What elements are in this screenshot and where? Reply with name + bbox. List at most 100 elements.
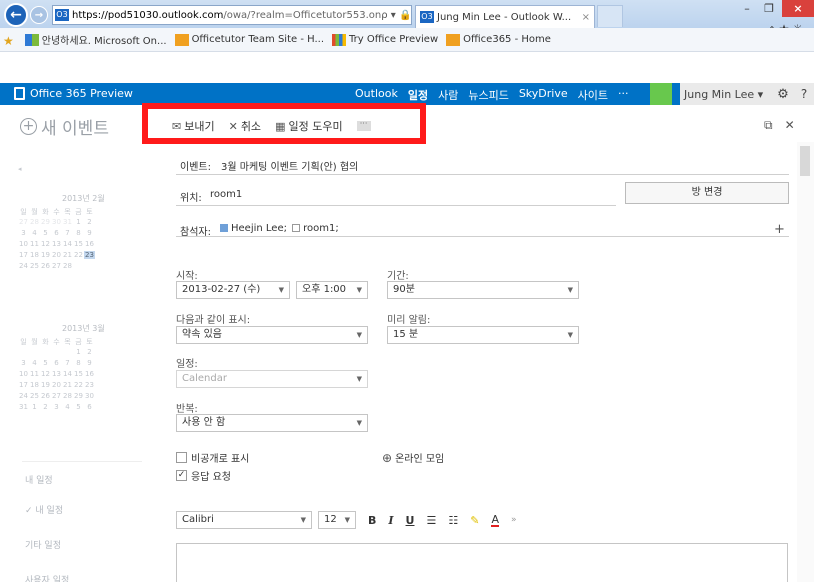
calendar-day[interactable]: 16 <box>84 370 95 378</box>
attendee-room[interactable]: room1; <box>303 223 339 234</box>
calendar-day[interactable]: 3 <box>18 359 29 367</box>
calendar-day[interactable]: 8 <box>73 359 84 367</box>
calendar-day[interactable]: 22 <box>73 381 84 389</box>
body-editor[interactable] <box>176 543 788 582</box>
event-title-input[interactable]: 3월 마케팅 이벤트 기획(안) 협의 <box>221 158 358 173</box>
calendar-day[interactable]: 23 <box>84 381 95 389</box>
calendar-day[interactable]: 26 <box>40 392 51 400</box>
calendar-day[interactable]: 20 <box>51 251 62 259</box>
people-calendars-heading[interactable]: 사용자 일정 <box>25 573 69 582</box>
new-event-button[interactable]: + 새 이벤트 <box>20 114 109 139</box>
more-format-icon[interactable]: » <box>511 515 517 525</box>
calendar-day[interactable]: 2 <box>40 403 51 411</box>
vertical-scrollbar[interactable] <box>797 142 814 582</box>
calendar-day[interactable]: 4 <box>29 359 40 367</box>
calendar-day[interactable]: 1 <box>73 218 84 226</box>
calendar-day[interactable]: 7 <box>62 359 73 367</box>
calendar-day[interactable]: 17 <box>18 251 29 259</box>
font-select[interactable]: Calibri ▼ <box>176 511 312 529</box>
nav-more[interactable]: ··· <box>618 87 629 103</box>
favorite-link-office365[interactable]: Office365 - Home <box>446 33 551 46</box>
calendar-day[interactable]: 14 <box>62 240 73 248</box>
calendar-day[interactable]: 21 <box>62 381 73 389</box>
nav-outlook[interactable]: Outlook <box>355 87 398 103</box>
start-date-select[interactable]: 2013-02-27 (수) ▼ <box>176 281 290 299</box>
other-calendars-heading[interactable]: 기타 일정 <box>25 538 61 551</box>
calendar-day[interactable]: 27 <box>51 392 62 400</box>
calendar-day[interactable]: 25 <box>29 262 40 270</box>
calendar-day[interactable]: 29 <box>73 392 84 400</box>
calendar-day[interactable]: 24 <box>18 392 29 400</box>
favorites-star-icon[interactable]: ★ <box>3 34 17 48</box>
reminder-select[interactable]: 15 분 ▼ <box>387 326 579 344</box>
calendar-day[interactable]: 18 <box>29 251 40 259</box>
show-as-select[interactable]: 약속 있음 ▼ <box>176 326 368 344</box>
calendar-day[interactable]: 26 <box>40 262 51 270</box>
attendees-input[interactable]: Heejin Lee; room1; <box>218 223 339 234</box>
favorite-link-try-office[interactable]: Try Office Preview <box>332 33 438 46</box>
calendar-day[interactable]: 31 <box>18 403 29 411</box>
calendar-day[interactable] <box>18 348 29 356</box>
calendar-day[interactable]: 28 <box>29 218 40 226</box>
request-response-checkbox[interactable]: ✓ 응답 요청 <box>176 468 231 483</box>
nav-people[interactable]: 사람 <box>438 87 458 103</box>
calendar-day[interactable]: 25 <box>29 392 40 400</box>
nav-calendar[interactable]: 일정 <box>408 87 428 103</box>
calendar-day[interactable]: 3 <box>18 229 29 237</box>
bullets-icon[interactable]: ☰ <box>426 514 436 527</box>
calendar-day[interactable]: 30 <box>84 392 95 400</box>
underline-button[interactable]: U <box>406 514 415 527</box>
calendar-day[interactable]: 2 <box>84 348 95 356</box>
calendar-day[interactable]: 27 <box>51 262 62 270</box>
calendar-day[interactable]: 8 <box>73 229 84 237</box>
close-form-icon[interactable]: ✕ <box>785 118 795 133</box>
calendar-day[interactable] <box>73 262 84 270</box>
calendar-day[interactable]: 13 <box>51 240 62 248</box>
calendar-day[interactable]: 5 <box>40 229 51 237</box>
my-calendar-item[interactable]: ✓ 내 일정 <box>25 503 63 516</box>
maximize-button[interactable]: ❐ <box>758 0 780 17</box>
online-meeting-link[interactable]: ⊕ 온라인 모임 <box>382 450 444 466</box>
calendar-day[interactable] <box>29 348 40 356</box>
attendee-name[interactable]: Heejin Lee; <box>231 223 287 234</box>
calendar-day[interactable]: 20 <box>51 381 62 389</box>
calendar-day[interactable]: 12 <box>40 370 51 378</box>
calendar-day[interactable]: 16 <box>84 240 95 248</box>
calendar-day[interactable]: 23 <box>84 251 95 259</box>
calendar-day[interactable] <box>84 262 95 270</box>
font-size-select[interactable]: 12 ▼ <box>318 511 356 529</box>
calendar-day[interactable]: 29 <box>40 218 51 226</box>
calendar-day[interactable]: 21 <box>62 251 73 259</box>
font-color-icon[interactable]: A <box>491 514 499 527</box>
calendar-day[interactable]: 3 <box>51 403 62 411</box>
prev-arrow[interactable]: ◂ <box>18 165 22 173</box>
calendar-day[interactable]: 6 <box>51 359 62 367</box>
calendar-day[interactable]: 9 <box>84 229 95 237</box>
calendar-day[interactable]: 4 <box>29 229 40 237</box>
favorite-link-officetutor[interactable]: Officetutor Team Site - H... <box>174 33 324 46</box>
calendar-day[interactable] <box>40 348 51 356</box>
calendar-day[interactable]: 7 <box>62 229 73 237</box>
calendar-day[interactable]: 1 <box>29 403 40 411</box>
user-menu[interactable]: Jung Min Lee ▾ ⚙ ? <box>680 83 814 105</box>
forward-button[interactable]: → <box>30 6 48 24</box>
popout-icon[interactable]: ⧉ <box>764 118 773 133</box>
calendar-day[interactable]: 22 <box>73 251 84 259</box>
add-attendee-icon[interactable]: + <box>774 222 785 237</box>
calendar-day[interactable]: 28 <box>62 262 73 270</box>
duration-select[interactable]: 90분 ▼ <box>387 281 579 299</box>
calendar-day[interactable] <box>51 348 62 356</box>
calendar-day[interactable]: 5 <box>40 359 51 367</box>
nav-sites[interactable]: 사이트 <box>578 87 608 103</box>
help-icon[interactable]: ? <box>801 87 807 101</box>
address-bar[interactable]: O3 https://pod51030.outlook.com/owa/?rea… <box>52 5 412 25</box>
calendar-day[interactable]: 19 <box>40 381 51 389</box>
calendar-day[interactable]: 14 <box>62 370 73 378</box>
private-checkbox[interactable]: 비공개로 표시 <box>176 450 249 465</box>
tab-close-icon[interactable]: × <box>582 12 594 23</box>
user-photo[interactable] <box>650 83 672 105</box>
calendar-day[interactable]: 6 <box>51 229 62 237</box>
calendar-day[interactable]: 1 <box>73 348 84 356</box>
calendar-day[interactable]: 6 <box>84 403 95 411</box>
my-calendars-heading[interactable]: 내 일정 <box>25 473 53 486</box>
